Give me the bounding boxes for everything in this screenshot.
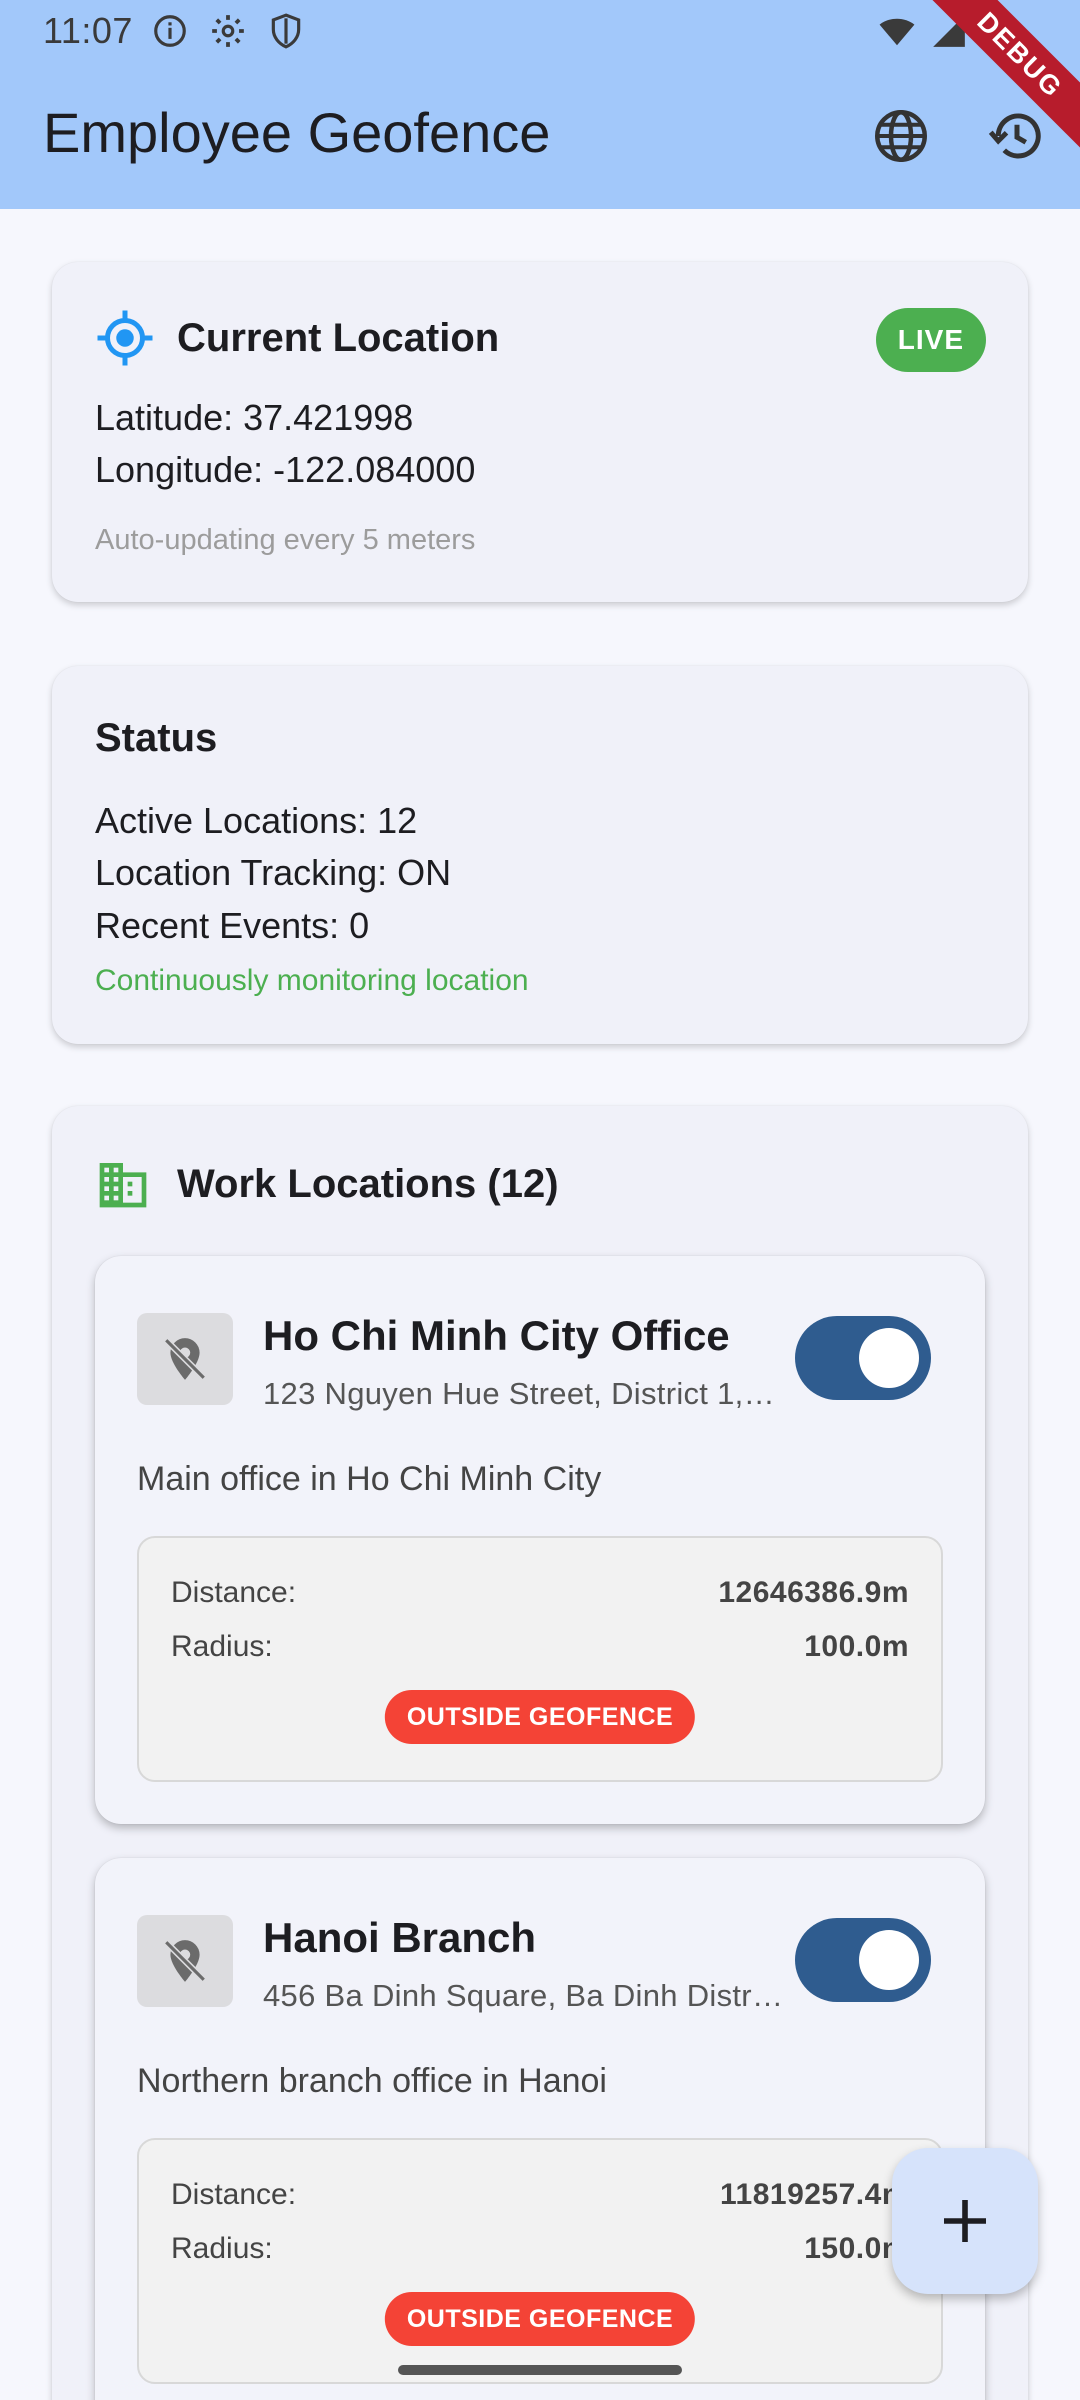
radius-value: 100.0m xyxy=(804,1630,909,1663)
radius-label: Radius: xyxy=(171,1630,273,1663)
current-location-title: Current Location xyxy=(177,315,500,360)
location-metrics: Distance: 11819257.4m Radius: 150.0m OUT… xyxy=(137,2138,943,2384)
radius-label: Radius: xyxy=(171,2232,273,2265)
language-button[interactable] xyxy=(861,96,941,176)
page-title: Employee Geofence xyxy=(43,101,551,164)
radius-row: Radius: 150.0m xyxy=(171,2232,909,2266)
distance-value: 11819257.4m xyxy=(719,2178,909,2211)
work-locations-header: Work Locations (12) xyxy=(95,1156,559,1212)
active-locations-text: Active Locations: 12 xyxy=(95,800,418,841)
location-name: Ho Chi Minh City Office xyxy=(263,1312,730,1359)
location-name: Hanoi Branch xyxy=(263,1914,537,1961)
distance-label: Distance: xyxy=(171,1576,297,1609)
distance-label: Distance: xyxy=(171,2178,297,2211)
location-enabled-toggle[interactable] xyxy=(795,1918,931,2002)
globe-icon xyxy=(875,110,927,162)
history-icon xyxy=(988,113,1041,159)
work-locations-title: Work Locations (12) xyxy=(177,1161,559,1206)
gps-target-icon xyxy=(97,310,153,366)
latitude-text: Latitude: 37.421998 xyxy=(95,397,414,438)
monitoring-note: Continuously monitoring location xyxy=(95,964,529,997)
location-tracking-text: Location Tracking: ON xyxy=(95,852,452,893)
recent-events-text: Recent Events: 0 xyxy=(95,905,370,946)
distance-row: Distance: 12646386.9m xyxy=(171,1576,909,1610)
longitude-text: Longitude: -122.084000 xyxy=(95,449,476,490)
work-locations-card: Work Locations (12) Ho Chi Minh City Off… xyxy=(52,1106,1028,2400)
settings-icon xyxy=(212,15,244,47)
geofence-status-badge: OUTSIDE GEOFENCE xyxy=(384,1690,696,1744)
wifi-icon xyxy=(879,18,915,46)
location-description: Main office in Ho Chi Minh City xyxy=(137,1460,602,1498)
location-address: 123 Nguyen Hue Street, District 1, Ho Ch… xyxy=(263,1376,783,1411)
info-icon xyxy=(154,15,186,47)
current-location-card: Current Location LIVE Latitude: 37.42199… xyxy=(52,262,1028,602)
status-header: Status xyxy=(95,716,217,761)
distance-row: Distance: 11819257.4m xyxy=(171,2178,909,2212)
location-metrics: Distance: 12646386.9m Radius: 100.0m OUT… xyxy=(137,1536,943,1782)
status-card: Status Active Locations: 12 Location Tra… xyxy=(52,666,1028,1044)
toggle-knob xyxy=(859,1328,919,1388)
radius-row: Radius: 100.0m xyxy=(171,1630,909,1664)
status-time: 11:07 xyxy=(43,10,133,51)
location-off-icon xyxy=(137,1313,233,1405)
shield-icon xyxy=(271,13,301,49)
toggle-knob xyxy=(859,1930,919,1990)
location-enabled-toggle[interactable] xyxy=(795,1316,931,1400)
geofence-status-badge: OUTSIDE GEOFENCE xyxy=(384,2292,696,2346)
location-item[interactable]: Hanoi Branch 456 Ba Dinh Square, Ba Dinh… xyxy=(95,1858,985,2400)
status-bar: 11:07 xyxy=(0,0,1080,62)
home-indicator[interactable] xyxy=(398,2365,682,2375)
location-description: Northern branch office in Hanoi xyxy=(137,2062,607,2100)
app-bar: 11:07 Employee Geofence DEBUG xyxy=(0,0,1080,209)
location-item[interactable]: Ho Chi Minh City Office 123 Nguyen Hue S… xyxy=(95,1256,985,1824)
current-location-header: Current Location xyxy=(95,308,499,368)
add-icon xyxy=(944,2200,986,2242)
live-badge: LIVE xyxy=(875,308,986,372)
location-address: 456 Ba Dinh Square, Ba Dinh District, Ha… xyxy=(263,1978,783,2013)
building-icon xyxy=(99,1163,147,1208)
auto-update-note: Auto-updating every 5 meters xyxy=(95,524,476,556)
status-title: Status xyxy=(95,716,218,760)
location-off-icon xyxy=(137,1915,233,2007)
distance-value: 12646386.9m xyxy=(718,1576,909,1609)
add-location-button[interactable] xyxy=(892,2148,1038,2294)
